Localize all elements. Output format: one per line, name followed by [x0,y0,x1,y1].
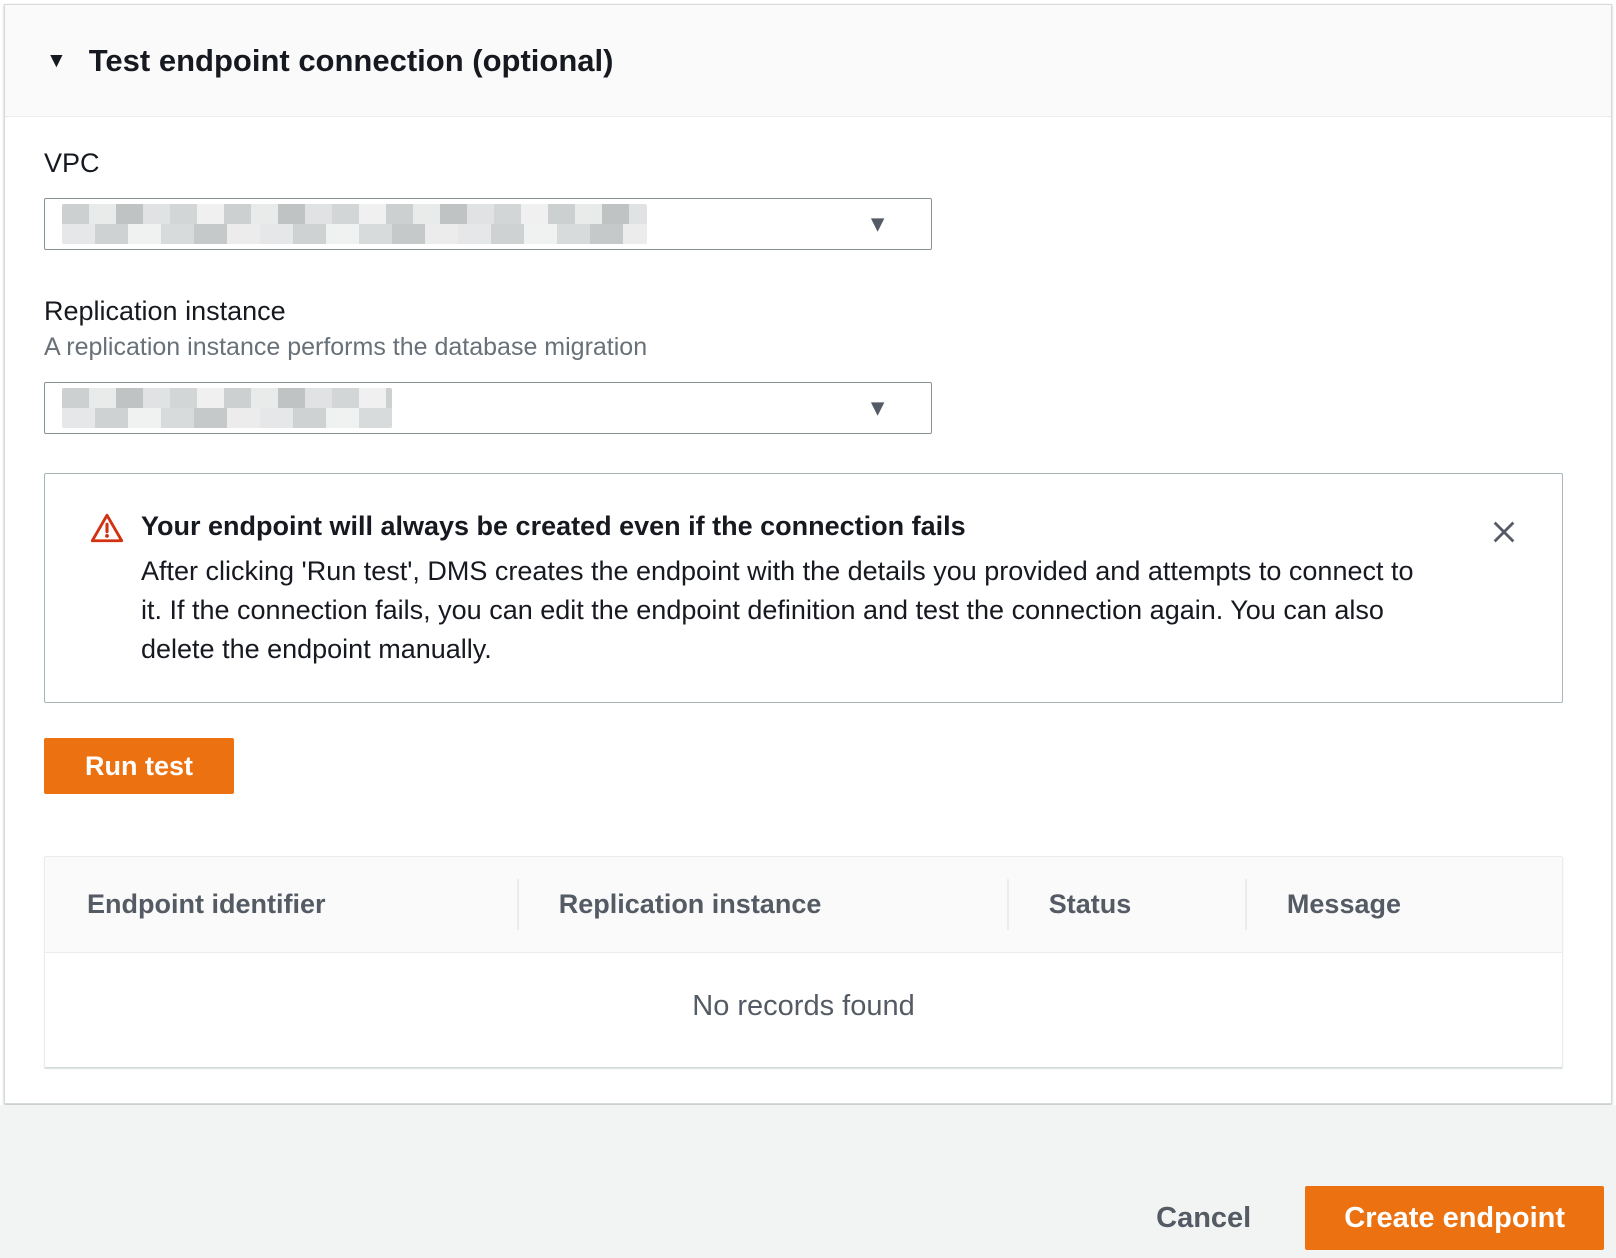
column-header-replication-instance: Replication instance [517,857,1007,952]
column-header-status: Status [1007,857,1245,952]
warning-alert-body: After clicking 'Run test', DMS creates t… [141,552,1441,669]
column-header-endpoint-identifier: Endpoint identifier [45,857,517,952]
replication-instance-label: Replication instance [44,296,1571,326]
create-endpoint-button[interactable]: Create endpoint [1305,1186,1604,1250]
cancel-button[interactable]: Cancel [1156,1186,1251,1250]
vpc-label: VPC [44,148,1571,178]
vpc-select[interactable]: ▼ [44,198,932,250]
warning-alert-title: Your endpoint will always be created eve… [141,510,1441,543]
close-icon[interactable] [1488,516,1520,548]
section-header-test-endpoint-connection[interactable]: ▼ Test endpoint connection (optional) [5,5,1611,117]
table-empty-message: No records found [45,953,1562,1067]
warning-alert-content: Your endpoint will always be created eve… [141,510,1441,702]
run-test-button[interactable]: Run test [44,738,234,794]
warning-triangle-icon [90,510,124,702]
replication-instance-description: A replication instance performs the data… [44,332,1571,362]
vpc-selected-value-redacted [62,204,647,244]
dropdown-caret-icon: ▼ [866,397,889,420]
table-header-row: Endpoint identifier Replication instance… [45,857,1562,953]
caret-down-icon: ▼ [46,50,67,71]
section-body: VPC ▼ Replication instance A replication… [5,117,1611,1068]
section-title: Test endpoint connection (optional) [89,43,614,79]
dropdown-caret-icon: ▼ [866,213,889,236]
connection-results-table: Endpoint identifier Replication instance… [44,856,1563,1068]
form-footer-actions: Cancel Create endpoint [0,1105,1616,1258]
test-endpoint-connection-panel: ▼ Test endpoint connection (optional) VP… [4,4,1612,1104]
column-header-message: Message [1245,857,1562,952]
replication-instance-selected-value-redacted [62,388,392,428]
replication-instance-select[interactable]: ▼ [44,382,932,434]
warning-alert: Your endpoint will always be created eve… [44,473,1563,703]
